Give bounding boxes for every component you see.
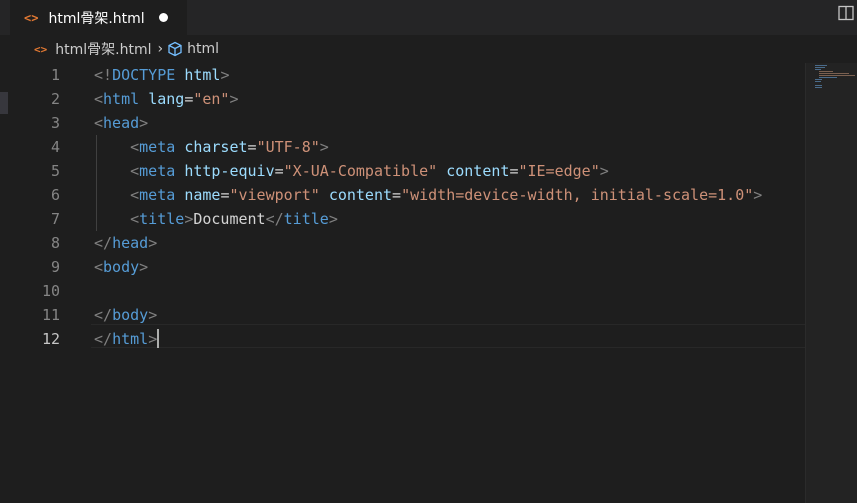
tab-bar: <> html骨架.html (0, 0, 857, 35)
code-text: <meta http-equiv="X-UA-Compatible" conte… (130, 162, 609, 180)
tab-filename: html骨架.html (48, 10, 145, 27)
minimap-line (819, 77, 837, 78)
code-line[interactable]: 9 <body> (0, 255, 805, 279)
code-text: </head> (94, 234, 158, 252)
code-text: <meta name="viewport" content="width=dev… (130, 186, 763, 204)
html-file-icon: <> (24, 10, 39, 25)
text-cursor (157, 329, 160, 348)
minimap-line (815, 79, 822, 80)
minimap[interactable] (805, 63, 857, 503)
code-line[interactable]: 4 <meta charset="UTF-8"> (0, 135, 805, 159)
code-line[interactable]: 6 <meta name="viewport" content="width=d… (0, 183, 805, 207)
minimap-line (819, 75, 855, 76)
code-text: </body> (94, 306, 158, 324)
code-line[interactable]: 12 </html> (0, 327, 805, 351)
symbol-element-icon (168, 41, 182, 57)
chevron-right-icon: › (157, 41, 164, 57)
code-line[interactable]: 2 <html lang="en"> (0, 87, 805, 111)
line-number: 12 (41, 330, 60, 348)
editor-tab[interactable]: <> html骨架.html (10, 0, 187, 35)
code-line[interactable]: 7 <title>Document</title> (0, 207, 805, 231)
minimap-line (815, 81, 821, 82)
line-number: 4 (50, 138, 60, 156)
line-number: 3 (50, 114, 60, 132)
code-text: <body> (94, 258, 149, 276)
minimap-line (815, 67, 825, 68)
line-number: 8 (50, 234, 60, 252)
line-number: 9 (50, 258, 60, 276)
line-number: 10 (41, 282, 60, 300)
line-number: 6 (50, 186, 60, 204)
line-number: 5 (50, 162, 60, 180)
breadcrumb-file[interactable]: html骨架.html (55, 39, 151, 59)
minimap-line (815, 85, 822, 86)
code-text: </html> (94, 329, 160, 348)
code-line[interactable]: 8 </head> (0, 231, 805, 255)
code-text: <html lang="en"> (94, 90, 239, 108)
line-number: 11 (41, 306, 60, 324)
minimap-slider[interactable] (805, 63, 857, 503)
code-text: <head> (94, 114, 149, 132)
line-number: 1 (50, 66, 60, 84)
code-line[interactable]: 3 <head> (0, 111, 805, 135)
html-file-icon: <> (34, 42, 48, 56)
code-line[interactable]: 11 </body> (0, 303, 805, 327)
split-editor-icon[interactable] (838, 5, 854, 21)
code-line[interactable]: 10 (0, 279, 805, 303)
code-text: <title>Document</title> (130, 210, 338, 228)
code-text: <!DOCTYPE html> (94, 66, 230, 84)
code-editor[interactable]: 1 <!DOCTYPE html> 2 <html lang="en"> 3 <… (0, 63, 805, 503)
code-line[interactable]: 1 <!DOCTYPE html> (0, 63, 805, 87)
minimap-line (815, 69, 821, 70)
line-number: 2 (50, 90, 60, 108)
code-text: <meta charset="UTF-8"> (130, 138, 329, 156)
minimap-line (819, 71, 833, 72)
minimap-line (819, 73, 849, 74)
minimap-line (815, 65, 827, 66)
code-line[interactable]: 5 <meta http-equiv="X-UA-Compatible" con… (0, 159, 805, 183)
line-number: 7 (50, 210, 60, 228)
breadcrumb-symbol[interactable]: html (187, 41, 219, 57)
breadcrumb: <> html骨架.html › html (0, 35, 857, 63)
minimap-line (815, 87, 822, 88)
unsaved-dot-icon[interactable] (158, 13, 168, 22)
